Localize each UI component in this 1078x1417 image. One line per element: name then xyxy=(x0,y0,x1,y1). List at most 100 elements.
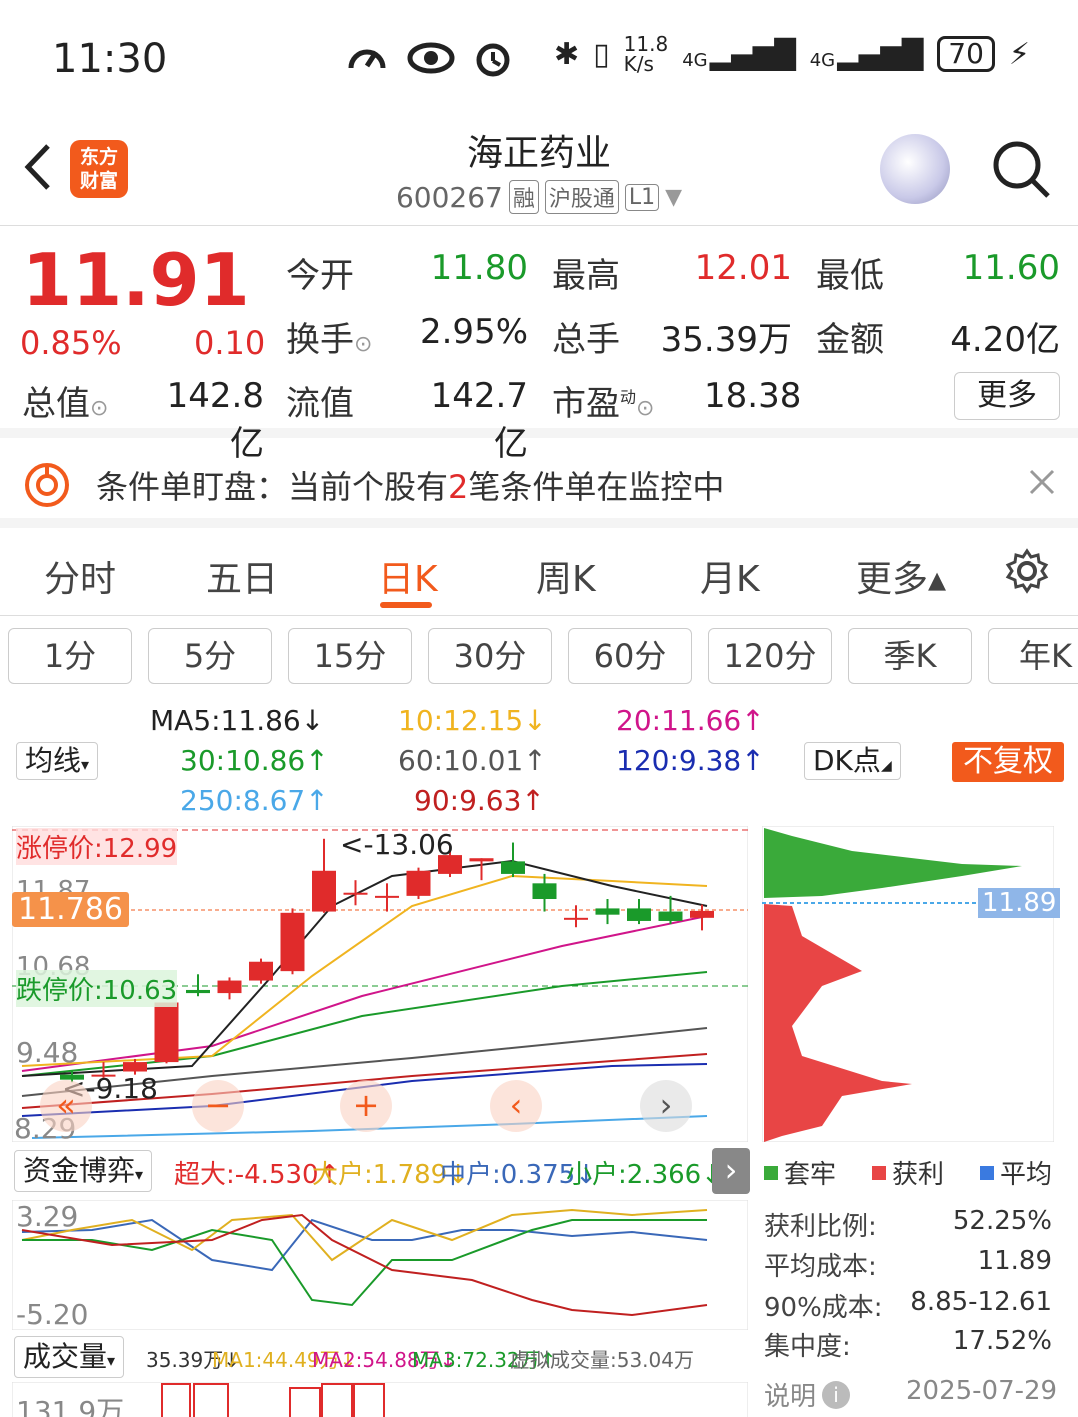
dk-point-button[interactable]: DK点◢ xyxy=(804,742,901,780)
period-120min[interactable]: 120分 xyxy=(708,628,832,684)
signal-bars-icon: ▂▄▆█ xyxy=(709,37,796,71)
scroll-left-icon[interactable]: ‹ xyxy=(490,1080,542,1132)
active-tab-indicator xyxy=(380,602,432,608)
signal-bars-icon-2: ▂▄▆█ xyxy=(837,37,924,71)
stock-code: 600267 xyxy=(395,180,503,214)
mcap-label[interactable]: 总值⊙ xyxy=(22,376,108,425)
legend-average: 平均 xyxy=(980,1154,1052,1191)
current-price-tag: 11.786 xyxy=(12,892,129,927)
chip-explain[interactable]: 说明 i xyxy=(764,1376,851,1413)
volume-value: 35.39万 xyxy=(660,320,792,360)
robot-avatar[interactable] xyxy=(880,134,950,204)
change-percent: 0.85% xyxy=(20,324,122,362)
legend-profit-label: 获利 xyxy=(892,1160,945,1190)
chip-date: 2025-07-29 xyxy=(906,1376,1058,1406)
signal-1-label: 4G xyxy=(682,49,708,71)
candles xyxy=(60,838,714,1083)
period-5min[interactable]: 5分 xyxy=(148,628,272,684)
mcap-label-text: 总值 xyxy=(22,384,90,424)
adjust-button[interactable]: 不复权 xyxy=(952,742,1064,782)
search-icon[interactable] xyxy=(990,138,1052,200)
period-30min[interactable]: 30分 xyxy=(428,628,552,684)
expand-panel-icon[interactable]: › xyxy=(712,1148,750,1194)
fund-big-line xyxy=(21,1208,708,1262)
stat-avg-cost-label: 平均成本: xyxy=(764,1252,877,1282)
fund-chart[interactable] xyxy=(12,1200,748,1330)
vibrate-icon: ▯ xyxy=(593,36,610,72)
pe-label[interactable]: 市盈动⊙ xyxy=(552,376,654,425)
stat-profit-ratio-label: 获利比例: xyxy=(764,1212,877,1242)
fund-selector[interactable]: 资金博弈▾ xyxy=(14,1150,153,1192)
legend-average-label: 平均 xyxy=(1000,1160,1053,1190)
close-icon[interactable] xyxy=(1028,468,1056,496)
candle-body xyxy=(312,870,336,912)
scroll-left-double-icon[interactable]: « xyxy=(40,1080,92,1132)
candle-body xyxy=(690,910,714,918)
turnover-label[interactable]: 换手⊙ xyxy=(286,312,372,361)
period-quarter-k[interactable]: 季K xyxy=(848,628,972,684)
bluetooth-icon: ✱ xyxy=(554,36,580,72)
turnover-label-text: 换手 xyxy=(286,320,354,360)
turnover-value: 2.95% xyxy=(419,312,528,352)
zoom-in-icon[interactable]: + xyxy=(340,1080,392,1132)
candle-body xyxy=(532,883,557,900)
period-1min[interactable]: 1分 xyxy=(8,628,132,684)
volume-label: 总手 xyxy=(552,320,620,360)
fund-y-bottom: -5.20 xyxy=(16,1298,89,1331)
more-button[interactable]: 更多 xyxy=(954,372,1060,420)
last-price: 11.91 xyxy=(22,238,250,322)
candle-body xyxy=(375,895,399,898)
pe-label-text: 市盈 xyxy=(552,384,620,424)
candle-body xyxy=(406,870,431,896)
ma10-value: 10:12.15↓ xyxy=(398,704,547,737)
open-value: 11.80 xyxy=(430,248,528,288)
tag-connect: 沪股通 xyxy=(544,180,619,214)
chart-tabs: 分时 五日 日K 周K 月K 更多▴ xyxy=(0,528,1078,616)
zoom-out-icon[interactable]: − xyxy=(192,1080,244,1132)
tab-five-day[interactable]: 五日 xyxy=(206,550,278,602)
status-app-icons xyxy=(345,36,513,80)
stat-90-cost-label: 90%成本: xyxy=(764,1293,883,1323)
legend-trapped-label: 套牢 xyxy=(784,1160,837,1190)
charging-icon: ⚡ xyxy=(1008,36,1030,72)
scroll-right-icon[interactable]: › xyxy=(640,1080,692,1132)
ma-selector[interactable]: 均线▾ xyxy=(16,742,99,780)
candle-body xyxy=(595,908,620,915)
dropdown-triangle-icon: ▾ xyxy=(81,755,90,774)
condition-order-notice[interactable]: 条件单盯盘：当前个股有2笔条件单在监控中 xyxy=(0,438,1078,528)
chip-distribution[interactable] xyxy=(762,826,1054,1142)
tab-intraday[interactable]: 分时 xyxy=(44,550,116,602)
legend-profit: 获利 xyxy=(872,1154,944,1191)
info-dots-icon: ⊙ xyxy=(636,396,655,421)
candle-body xyxy=(658,911,683,921)
status-bar: 11:30 ✱ ▯ 11.8 K/s 4G ▂▄▆█ 4G ▂▄▆█ 70 ⚡ xyxy=(0,0,1078,110)
vol-bar xyxy=(193,1383,229,1417)
tab-more[interactable]: 更多▴ xyxy=(856,550,946,602)
tab-monthly-k[interactable]: 月K xyxy=(700,550,760,602)
fund-selector-label: 资金博弈 xyxy=(23,1154,136,1187)
high-label: 最高 xyxy=(552,256,620,296)
signal-2-label: 4G xyxy=(809,49,836,71)
tab-daily-k[interactable]: 日K xyxy=(378,550,438,602)
ma-selector-label: 均线 xyxy=(25,744,82,777)
pe-dynamic-sup: 动 xyxy=(620,387,637,407)
amount-label: 金额 xyxy=(816,320,884,360)
fund-small: 小户:2.366↓ xyxy=(566,1160,723,1190)
period-60min[interactable]: 60分 xyxy=(568,628,692,684)
candle-body xyxy=(280,912,305,972)
notice-prefix: 条件单盯盘：当前个股有 xyxy=(96,468,449,506)
gear-icon[interactable] xyxy=(1004,548,1050,594)
period-year-k[interactable]: 年K xyxy=(988,628,1078,684)
tab-weekly-k[interactable]: 周K xyxy=(536,550,596,602)
amount-value: 4.20亿 xyxy=(950,320,1060,360)
status-time: 11:30 xyxy=(52,36,168,82)
candle-body xyxy=(123,1062,147,1072)
ma30-value: 30:10.86↑ xyxy=(180,744,329,777)
fund-small-line xyxy=(22,1219,707,1307)
volume-selector[interactable]: 成交量▾ xyxy=(14,1336,125,1378)
stat-concentration-value: 17.52% xyxy=(952,1326,1052,1356)
tag-level: L1 xyxy=(624,183,660,211)
period-15min[interactable]: 15分 xyxy=(288,628,412,684)
high-value: 12.01 xyxy=(694,248,792,288)
candle-body xyxy=(186,989,210,994)
